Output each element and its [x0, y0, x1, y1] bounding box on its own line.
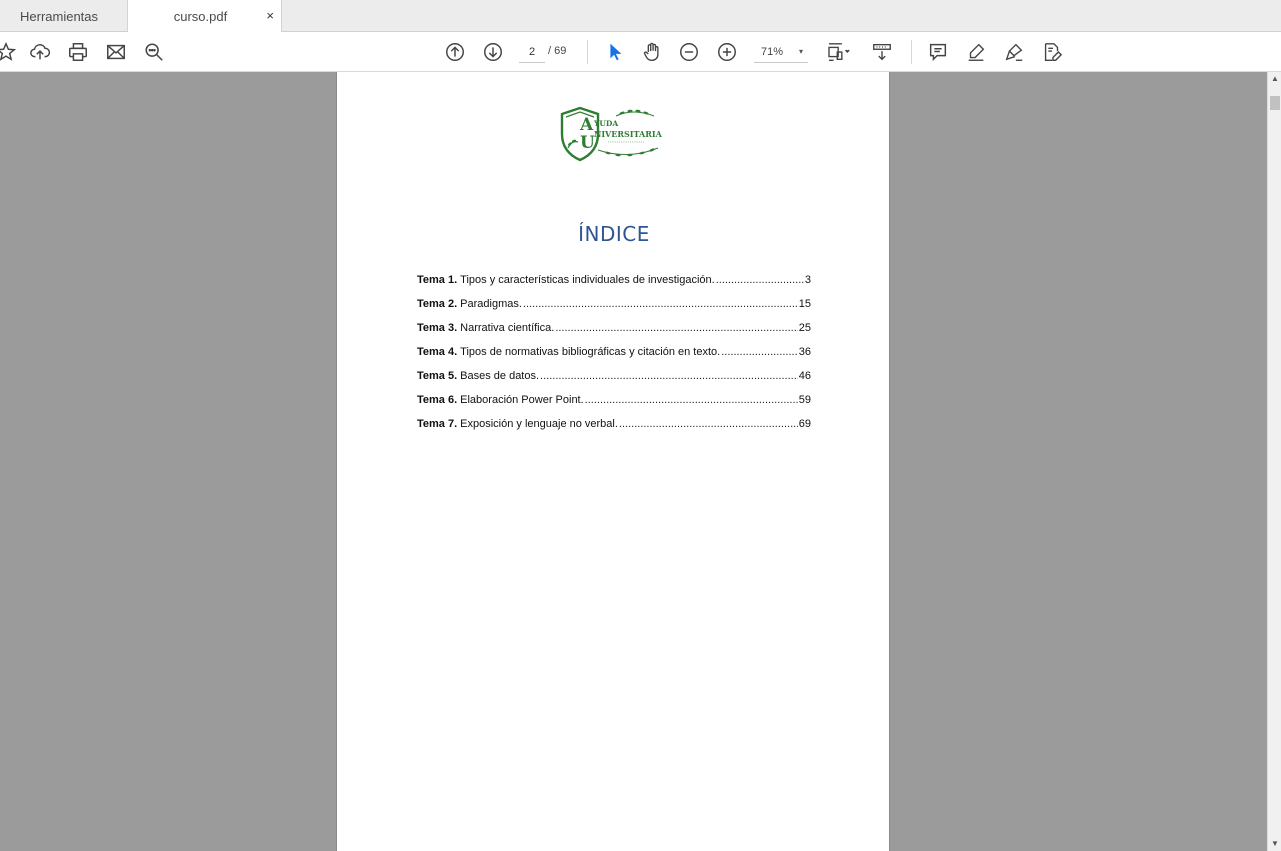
toc-leader-dots [585, 394, 798, 406]
tab-document-label: curso.pdf [173, 9, 228, 24]
toc-entry-title: Tipos de normativas bibliográficas y cit… [460, 346, 721, 358]
search-zoom-icon[interactable] [142, 40, 166, 64]
print-icon[interactable] [66, 40, 90, 64]
chevron-down-icon: ▾ [798, 47, 803, 56]
zoom-level-select[interactable]: 71% ▾ [754, 41, 808, 63]
toc-entry-page: 25 [798, 322, 811, 334]
toc-entry-title: Paradigmas. [460, 298, 522, 310]
toc-entry-number: Tema 7. [417, 418, 458, 430]
toc-entry[interactable]: Tema 3.Narrativa científica. 25 [417, 322, 811, 346]
tab-document[interactable]: curso.pdf × [128, 0, 282, 33]
edit-pdf-icon[interactable] [1040, 40, 1064, 64]
scrollbar-thumb[interactable] [1270, 96, 1280, 110]
toc-entry[interactable]: Tema 6.Elaboración Power Point. 59 [417, 394, 811, 418]
toc-entry-number: Tema 6. [417, 394, 458, 406]
toc-leader-dots [523, 298, 798, 310]
cloud-upload-icon[interactable] [28, 40, 52, 64]
toc-entry-number: Tema 4. [417, 346, 458, 358]
fit-page-icon[interactable] [824, 40, 856, 64]
toc-entry[interactable]: Tema 5.Bases de datos. 46 [417, 370, 811, 394]
toc-entry-page: 59 [798, 394, 811, 406]
select-cursor-icon[interactable] [603, 40, 627, 64]
toc-entry[interactable]: Tema 1. Tipos y características individua… [417, 274, 811, 298]
logo-text-main: NIVERSITARIA [594, 129, 663, 139]
toc-entry-page: 15 [798, 298, 811, 310]
close-tab-icon[interactable]: × [266, 8, 274, 24]
toc-entry-title: Tipos y características individuales de … [460, 274, 715, 286]
toc-entry[interactable]: Tema 7.Exposición y lenguaje no verbal. 6… [417, 418, 811, 442]
tab-herramientas[interactable]: Herramientas [0, 0, 128, 32]
toolbar-divider [911, 40, 912, 64]
toc-leader-dots [555, 322, 797, 334]
toc-entry-number: Tema 5. [417, 370, 458, 382]
email-icon[interactable] [104, 40, 128, 64]
toolbar: / 69 71% ▾ [0, 32, 1281, 72]
toc-leader-dots [721, 346, 798, 358]
svg-text:U: U [580, 133, 595, 153]
toc-leader-dots [540, 370, 798, 382]
toc-entry[interactable]: Tema 4. Tipos de normativas bibliográfica… [417, 346, 811, 370]
tab-herramientas-label: Herramientas [20, 8, 99, 24]
vertical-scrollbar[interactable]: ▲ ▼ [1267, 72, 1281, 851]
logo-letter-a: A [579, 115, 594, 135]
zoom-level-value: 71% [761, 45, 784, 58]
page-number-input[interactable] [519, 41, 545, 63]
toolbar-divider [587, 40, 588, 64]
comment-icon[interactable] [926, 40, 950, 64]
tab-bar: Herramientas curso.pdf × [0, 0, 1281, 33]
logo-text-top: YUDA [593, 119, 618, 128]
scroll-down-icon[interactable]: ▼ [1268, 837, 1281, 851]
highlight-icon[interactable] [964, 40, 988, 64]
university-logo: A U YUDA NIVERSITARIA [558, 106, 664, 162]
toc-entry-page: 3 [804, 274, 811, 286]
table-of-contents: Tema 1. Tipos y características individua… [417, 274, 811, 442]
toc-entry-page: 46 [798, 370, 811, 382]
toc-entry-number: Tema 3. [417, 322, 458, 334]
star-icon[interactable] [0, 40, 18, 64]
document-viewport[interactable]: A U YUDA NIVERSITARIA ÍNDICE Tema 1. Tip… [0, 72, 1267, 851]
sign-icon[interactable] [1002, 40, 1026, 64]
toc-entry-number: Tema 2. [417, 298, 458, 310]
toc-entry-page: 36 [798, 346, 811, 358]
toc-entry-page: 69 [798, 418, 811, 430]
hand-icon[interactable] [640, 40, 664, 64]
page-title: ÍNDICE [578, 222, 650, 246]
toc-entry-title: Elaboración Power Point. [460, 394, 584, 406]
pdf-page: A U YUDA NIVERSITARIA ÍNDICE Tema 1. Tip… [336, 72, 890, 851]
scroll-up-icon[interactable]: ▲ [1268, 72, 1281, 86]
zoom-in-icon[interactable] [715, 40, 739, 64]
scroll-mode-icon[interactable] [870, 40, 894, 64]
toc-entry-number: Tema 1. [417, 274, 458, 286]
page-total-label: / 69 [548, 45, 567, 57]
toc-entry-title: Narrativa científica. [460, 322, 555, 334]
toc-leader-dots [716, 274, 804, 286]
toc-entry-title: Exposición y lenguaje no verbal. [460, 418, 618, 430]
toc-leader-dots [619, 418, 798, 430]
toc-entry-title: Bases de datos. [460, 370, 540, 382]
zoom-out-icon[interactable] [677, 40, 701, 64]
toc-entry[interactable]: Tema 2.Paradigmas. 15 [417, 298, 811, 322]
page-down-icon[interactable] [481, 40, 505, 64]
page-up-icon[interactable] [443, 40, 467, 64]
